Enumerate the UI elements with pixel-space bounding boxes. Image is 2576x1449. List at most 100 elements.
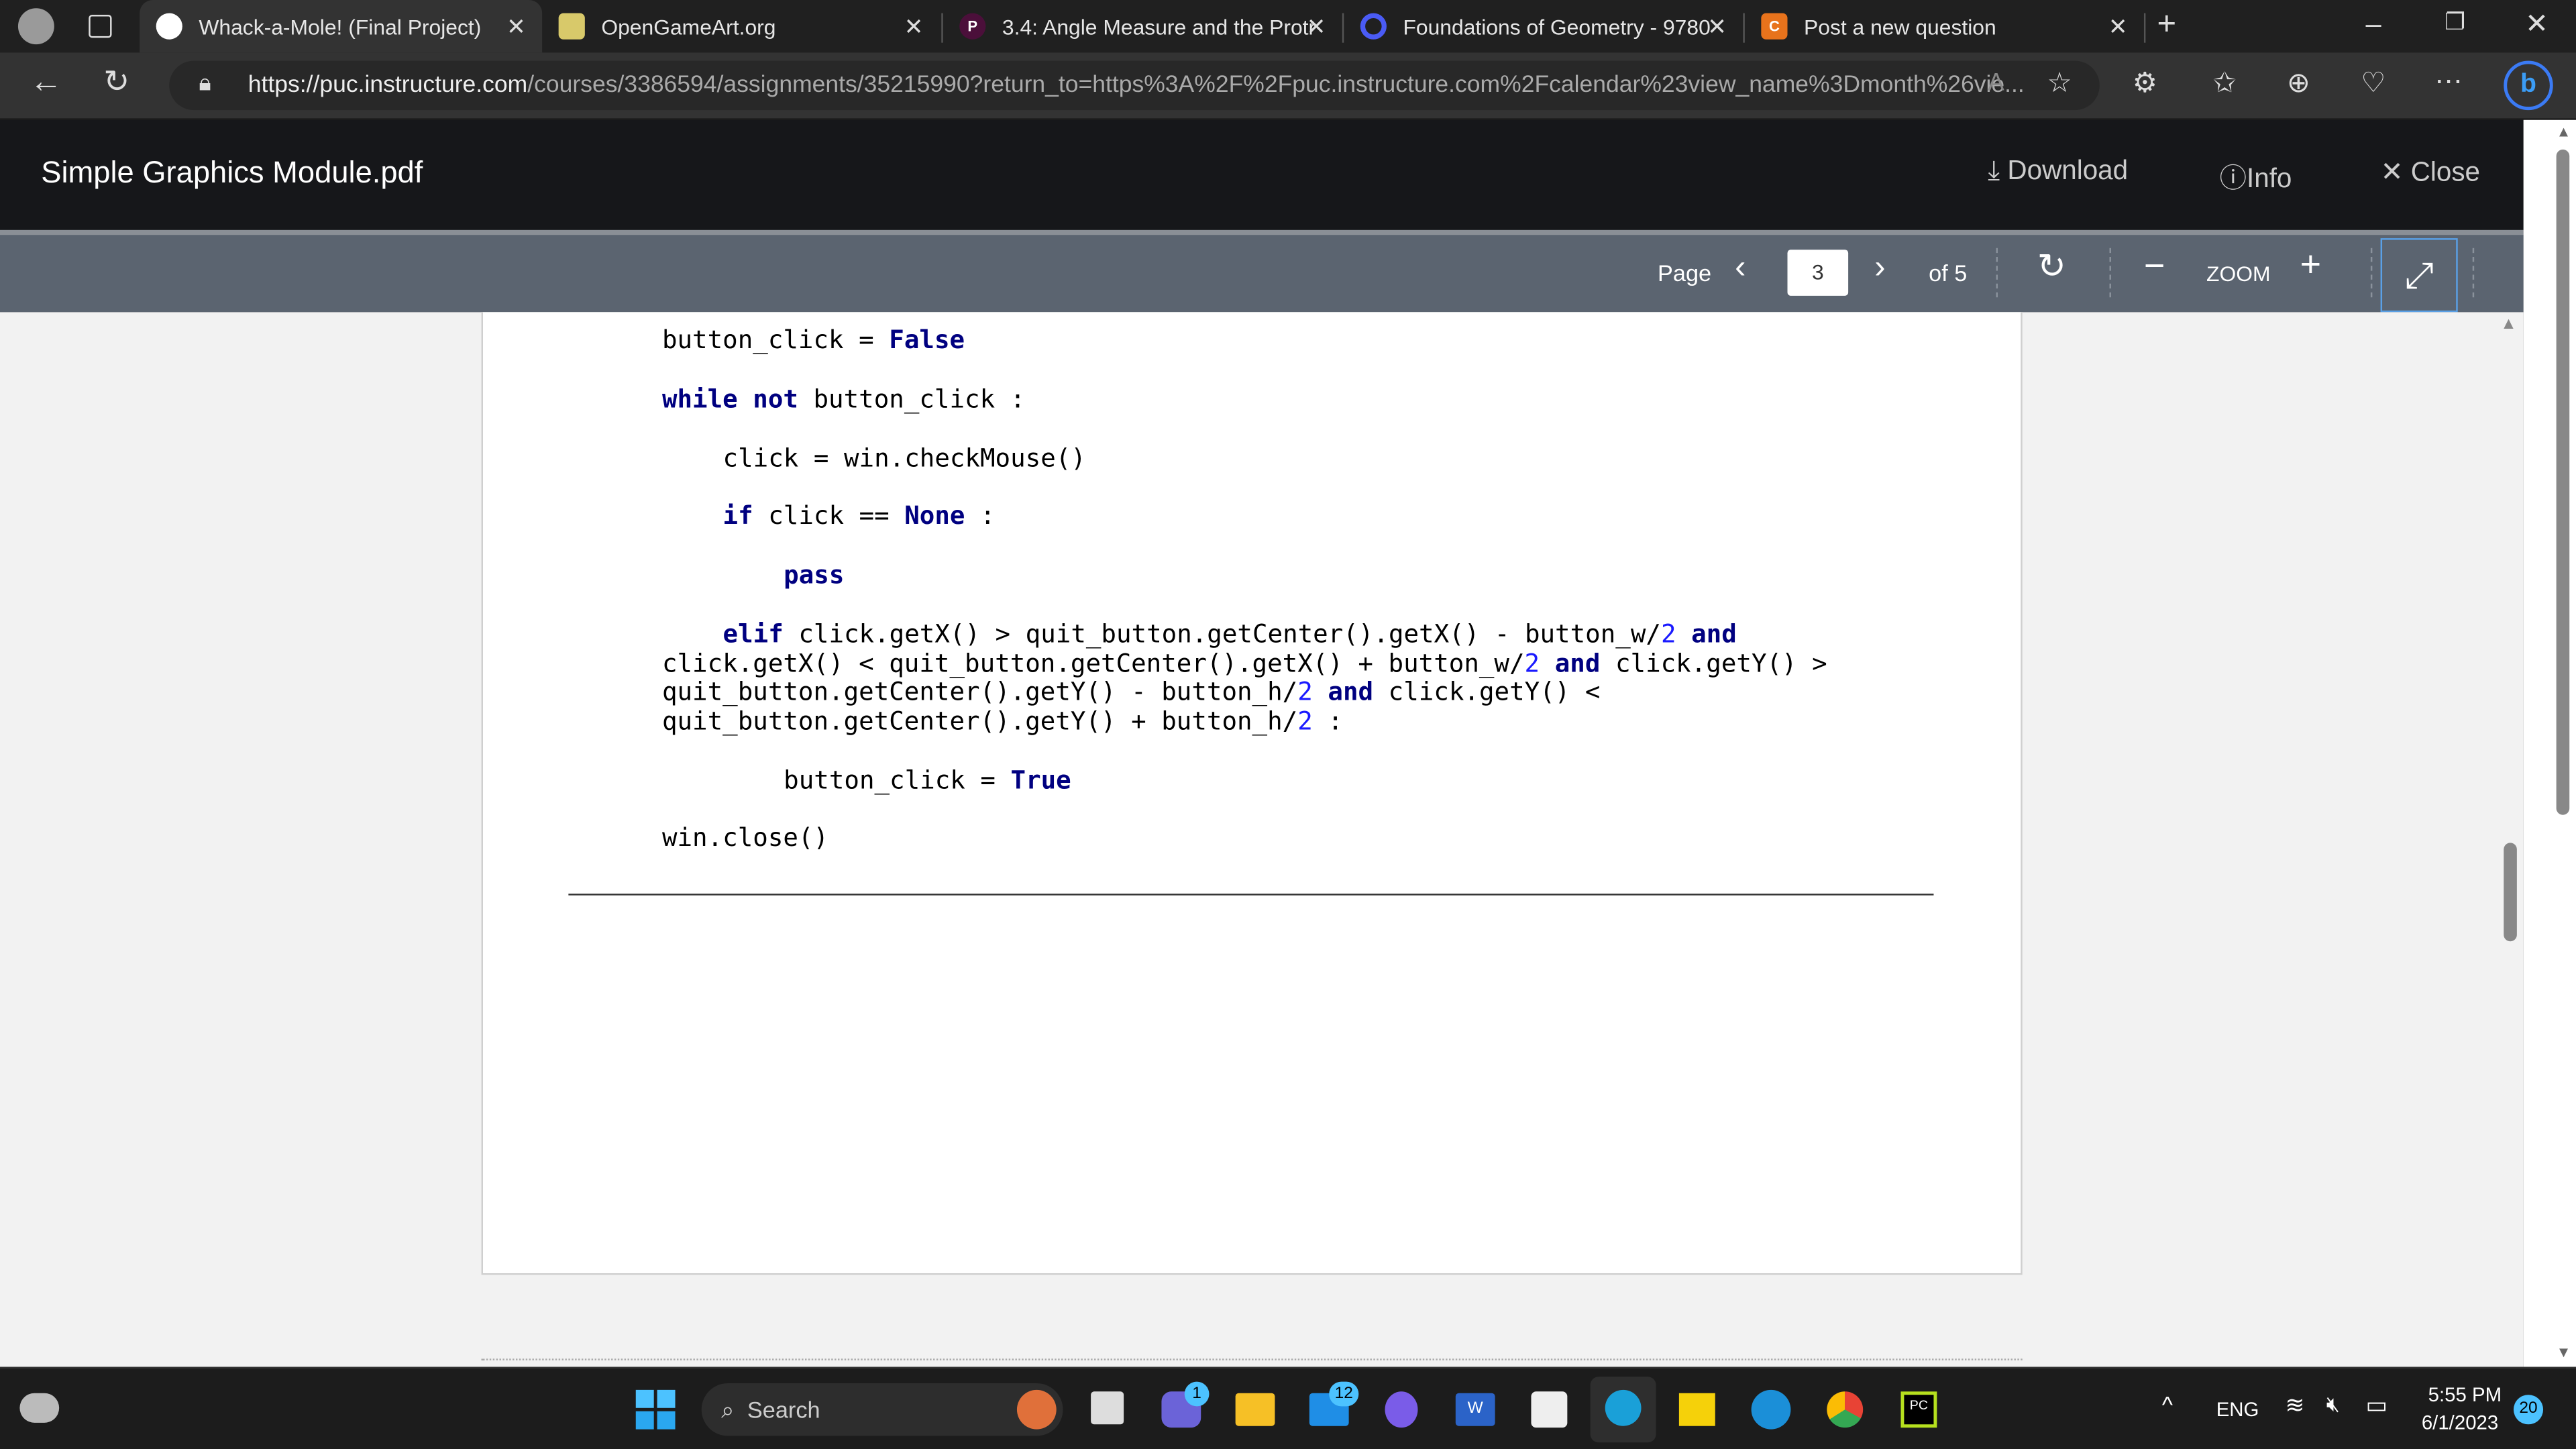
document-title: Simple Graphics Module.pdf — [41, 154, 423, 189]
previous-page-button[interactable]: ‹ — [1735, 250, 1746, 287]
pycharm-icon[interactable]: PC — [1900, 1391, 1937, 1428]
volume-muted-icon[interactable]: 🔇︎ — [2326, 1391, 2340, 1417]
close-tab-icon[interactable]: ✕ — [1307, 12, 1326, 40]
code-text: quit_button.getCenter().getY() + button_… — [661, 706, 1298, 737]
refresh-icon[interactable]: ↻ — [103, 64, 129, 102]
tab-angle-measure[interactable]: P 3.4: Angle Measure and the Protr ✕ — [943, 0, 1342, 52]
tab-actions-icon[interactable] — [89, 15, 112, 38]
code-line: quit_button.getCenter().getY() - button_… — [661, 676, 1601, 707]
store-icon[interactable] — [1531, 1391, 1568, 1428]
pdf-scroll-up-icon[interactable]: ▲ — [2500, 315, 2516, 333]
code-text: quit_button.getCenter().getY() - button_… — [661, 676, 1298, 707]
p-favicon-icon: P — [959, 13, 986, 40]
pdf-content-area[interactable]: button_click = False while not button_cli… — [0, 312, 2524, 1367]
tab-post-question[interactable]: C Post a new question ✕ — [1745, 0, 2144, 52]
info-button[interactable]: ⓘInfo — [2220, 156, 2292, 196]
code-line: button_click = True — [784, 765, 1071, 796]
new-tab-icon[interactable]: + — [2157, 7, 2177, 44]
add-favorite-icon[interactable]: ☆ — [2047, 67, 2072, 100]
help-icon[interactable] — [1751, 1389, 1791, 1430]
task-view-icon[interactable] — [1091, 1391, 1124, 1425]
tab-bar: Whack-a-Mole! (Final Project) ✕ OpenGame… — [0, 0, 2576, 53]
edge-icon[interactable] — [1590, 1377, 1656, 1443]
page-number-input[interactable]: 3 — [1787, 250, 1849, 296]
code-keyword: pass — [784, 560, 845, 590]
teams-badge: 1 — [1184, 1381, 1210, 1407]
close-tab-icon[interactable]: ✕ — [904, 12, 924, 40]
pdf-scrollbar-thumb[interactable] — [2504, 843, 2517, 942]
zoom-out-icon[interactable]: − — [2144, 245, 2165, 288]
browser-scrollbar-thumb[interactable] — [2556, 149, 2570, 815]
wifi-icon[interactable]: ≋ — [2286, 1391, 2305, 1419]
extensions-icon[interactable]: ⚙ — [2133, 67, 2157, 100]
code-keyword: and — [1691, 619, 1737, 649]
info-icon: ⓘ — [2219, 164, 2247, 194]
sticky-notes-icon[interactable] — [1678, 1393, 1715, 1426]
code-keyword: and — [1554, 649, 1601, 679]
search-box[interactable]: ⌕ Search — [701, 1383, 1063, 1436]
chrome-icon[interactable] — [1827, 1391, 1864, 1428]
word-icon[interactable]: W — [1455, 1393, 1495, 1426]
favorites-icon[interactable]: ✩ — [2213, 67, 2237, 100]
file-explorer-icon[interactable] — [1235, 1393, 1275, 1426]
clock-date[interactable]: 6/1/2023 — [2422, 1411, 2498, 1434]
tab-title: Whack-a-Mole! (Final Project) — [199, 13, 482, 39]
code-keyword: elif — [722, 619, 784, 649]
download-button[interactable]: ⤓ Download — [1988, 156, 2128, 188]
close-tab-icon[interactable]: ✕ — [1707, 12, 1727, 40]
rotate-icon[interactable]: ↻ — [2037, 246, 2066, 287]
next-page-button[interactable]: › — [1874, 250, 1885, 287]
pdf-toolbar: Page ‹ 3 › of 5 ↻ − ZOOM + ⤢ — [0, 229, 2524, 313]
tab-title: OpenGameArt.org — [601, 13, 776, 39]
notification-badge[interactable]: 20 — [2513, 1395, 2544, 1425]
code-keyword: False — [889, 325, 965, 355]
collections-icon[interactable]: ⊕ — [2287, 67, 2310, 100]
language-indicator[interactable]: ENG — [2216, 1398, 2259, 1421]
code-line: quit_button.getCenter().getY() + button_… — [661, 706, 1343, 737]
close-tab-icon[interactable]: ✕ — [2108, 12, 2128, 40]
tab-opengameart[interactable]: OpenGameArt.org ✕ — [542, 0, 940, 52]
more-icon[interactable]: ⋯ — [2434, 66, 2463, 99]
tab-foundations-geometry[interactable]: Foundations of Geometry - 9780 ✕ — [1344, 0, 1743, 52]
code-line: pass — [784, 560, 845, 591]
code-text: click.getY() > — [1600, 649, 1827, 679]
zoom-in-icon[interactable]: + — [2300, 243, 2321, 286]
code-text: click = win.checkMouse() — [722, 443, 1086, 474]
clock-time[interactable]: 5:55 PM — [2428, 1383, 2502, 1406]
minimize-icon[interactable]: – — [2366, 8, 2381, 41]
restore-icon[interactable]: ❐ — [2445, 8, 2465, 36]
battery-icon[interactable]: ▭ — [2366, 1391, 2387, 1419]
tab-whack-a-mole[interactable]: Whack-a-Mole! (Final Project) ✕ — [140, 0, 543, 53]
close-button[interactable]: ✕ Close — [2381, 156, 2480, 189]
close-tab-icon[interactable]: ✕ — [506, 12, 526, 40]
url-field[interactable]: 🔒︎ https://puc.instructure.com/courses/3… — [169, 60, 2100, 111]
opengameart-favicon-icon — [558, 13, 585, 40]
code-text: button_click = — [784, 765, 1011, 796]
taskbar: ⌕ Search 1 12 W PC ^ ENG ≋ 🔇︎ ▭ 5:55 PM 6… — [0, 1366, 2576, 1449]
search-icon: ⌕ — [721, 1395, 735, 1422]
read-aloud-icon[interactable]: A — [1988, 69, 2004, 97]
pdf-page — [481, 312, 2023, 1275]
performance-icon[interactable]: ♡ — [2361, 67, 2385, 100]
start-button[interactable] — [635, 1389, 676, 1430]
code-text: click.getX() > quit_button.getCenter().g… — [783, 619, 1661, 649]
browser-scrollbar[interactable]: ▲ ▼ — [2523, 119, 2576, 1367]
code-text: click.getY() < — [1373, 676, 1601, 707]
close-window-icon[interactable]: ✕ — [2525, 8, 2548, 41]
weather-icon[interactable] — [19, 1393, 60, 1423]
back-icon[interactable]: ← — [30, 64, 62, 102]
fullscreen-button[interactable]: ⤢ — [2380, 238, 2458, 313]
code-keyword: and — [1328, 676, 1374, 707]
bing-icon[interactable]: b — [2504, 60, 2553, 111]
search-highlight-icon — [1016, 1389, 1057, 1430]
download-icon: ⤓ — [1988, 156, 2008, 186]
code-text: win.close() — [661, 822, 829, 853]
show-hidden-icons[interactable]: ^ — [2162, 1391, 2173, 1417]
code-line: button_click = False — [662, 325, 965, 356]
code-number: 2 — [1524, 649, 1540, 679]
copilot-icon[interactable] — [1385, 1391, 1418, 1428]
code-line: if click == None : — [723, 501, 996, 531]
profile-icon[interactable] — [17, 8, 54, 45]
code-line: click = win.checkMouse() — [722, 443, 1086, 474]
